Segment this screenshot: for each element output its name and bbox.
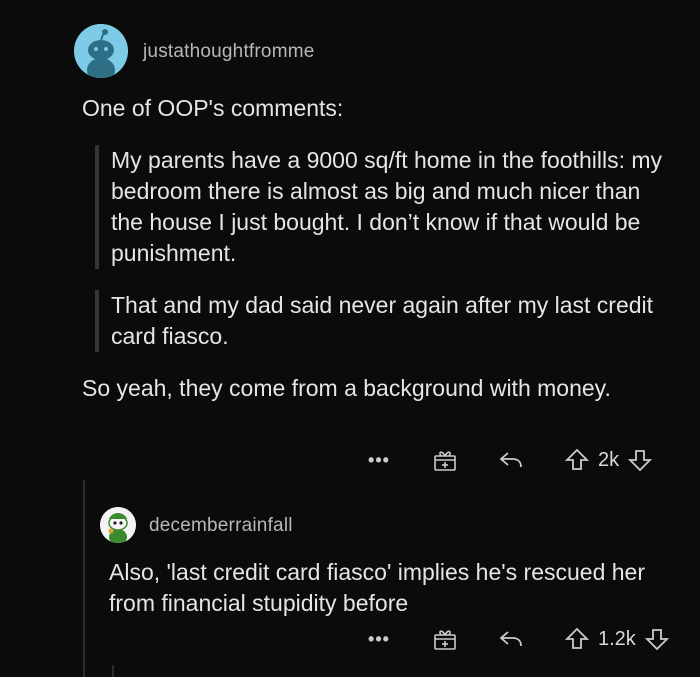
reply-icon[interactable]: [496, 445, 526, 475]
reply-body-text: Also, 'last credit card fiasco' implies …: [109, 559, 646, 616]
comment-action-bar: ••• 2k: [364, 445, 655, 475]
downvote-icon[interactable]: [625, 445, 655, 475]
reply-action-bar: ••• 1.2k: [364, 624, 672, 654]
downvote-icon[interactable]: [642, 624, 672, 654]
reply-icon[interactable]: [496, 624, 526, 654]
upvote-icon[interactable]: [562, 445, 592, 475]
upvote-icon[interactable]: [562, 624, 592, 654]
user-avatar[interactable]: [74, 24, 128, 78]
blockquote: That and my dad said never again after m…: [95, 290, 671, 352]
user-avatar[interactable]: [100, 507, 136, 543]
reply-username[interactable]: decemberrainfall: [149, 515, 293, 537]
award-icon[interactable]: [430, 624, 460, 654]
comment-outro-text: So yeah, they come from a background wit…: [82, 375, 611, 401]
vote-count: 1.2k: [598, 627, 636, 650]
comment-username[interactable]: justathoughtfromme: [143, 41, 315, 63]
thread-line[interactable]: [83, 480, 85, 677]
thread-line[interactable]: [112, 665, 114, 677]
vote-count: 2k: [598, 448, 620, 471]
snoo-avatar-icon: [74, 24, 128, 78]
blockquote: My parents have a 9000 sq/ft home in the…: [95, 145, 671, 269]
more-icon[interactable]: •••: [364, 629, 394, 650]
award-icon[interactable]: [430, 445, 460, 475]
more-icon[interactable]: •••: [364, 450, 394, 471]
comment-intro-text: One of OOP's comments:: [82, 95, 344, 121]
snoo-avatar-icon: [100, 507, 136, 543]
